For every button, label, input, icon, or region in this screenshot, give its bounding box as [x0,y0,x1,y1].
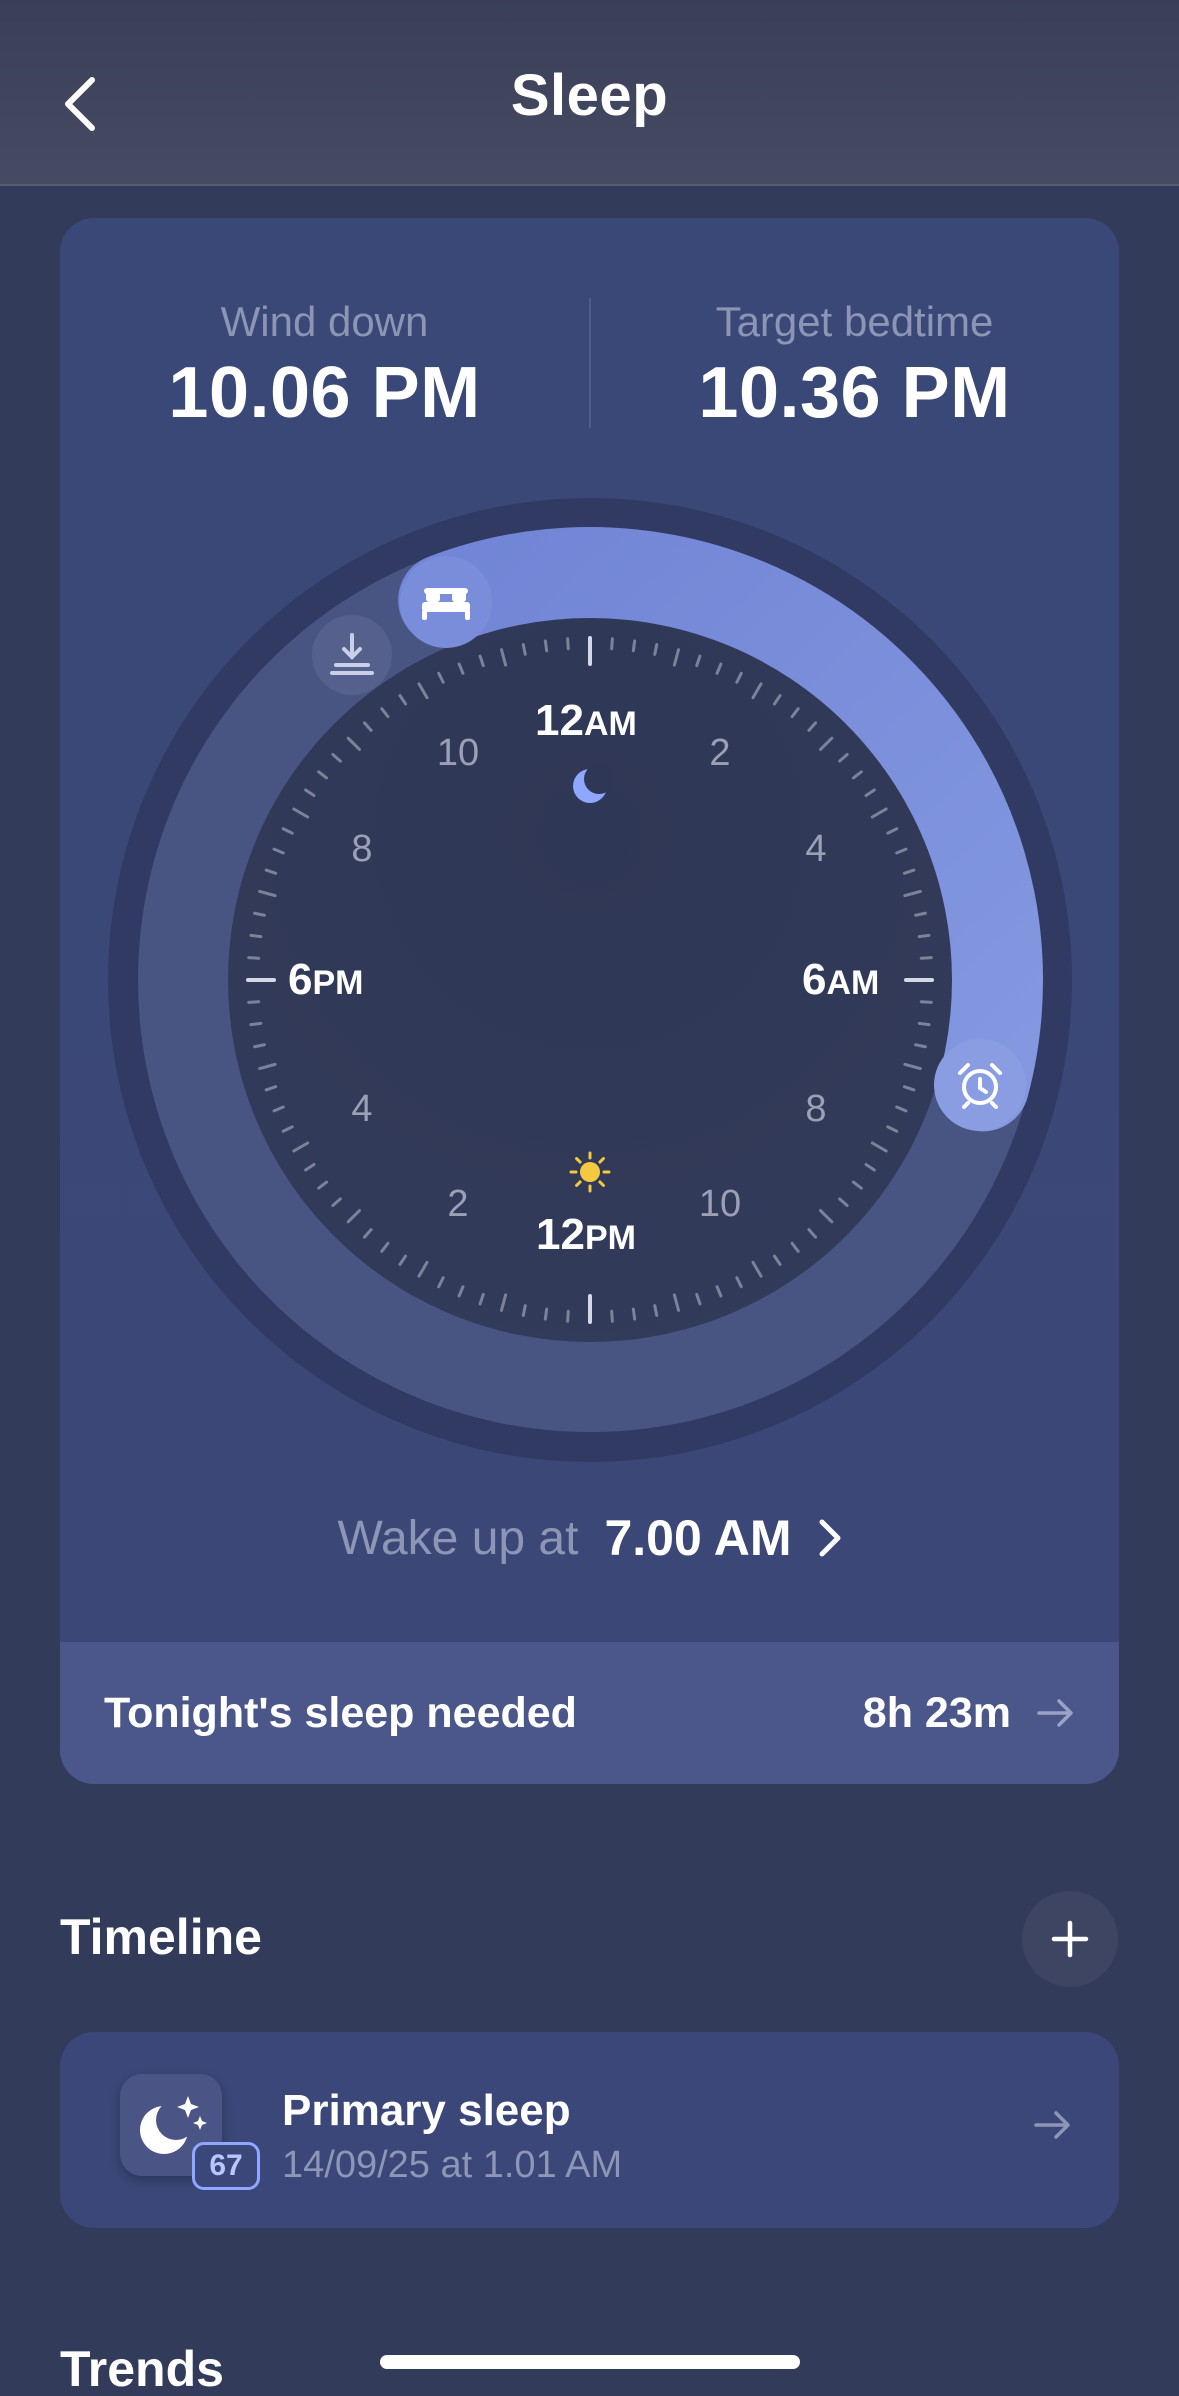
arrow-right-icon [1034,2111,1070,2139]
clock-tick [543,1307,549,1321]
clock-tick [631,639,637,653]
clock-tick [914,911,927,917]
clock-tick [917,933,931,939]
timeline-item-title: Primary sleep [282,2086,571,2135]
sleep-needed-row[interactable]: Tonight's sleep needed 8h 23m [60,1642,1119,1784]
hour-number: 8 [351,828,373,870]
hour-number: 2 [447,1183,469,1225]
clock-tick [919,956,933,960]
sleep-needed-value: 8h 23m [862,1688,1011,1737]
wake-up-row[interactable]: Wake up at 7.00 AM [60,1503,1119,1573]
hour-number: 10 [698,1183,742,1225]
clock-tick [253,1043,266,1049]
clock-tick [253,911,266,917]
clock-tick [917,1021,931,1027]
clock-tick [610,1309,614,1323]
wind-down-label: Wind down [220,298,429,345]
clock-tick [247,956,261,960]
clock-tick [653,643,659,656]
bedtime-block[interactable]: Target bedtime 10.36 PM [590,298,1119,434]
clock-tick [631,1307,637,1321]
wind-down-handle[interactable] [312,615,392,695]
timeline-item-primary-sleep[interactable]: 67 Primary sleep 14/09/25 at 1.01 AM [60,2032,1119,2228]
bedtime-time: 10.36 PM [698,353,1011,433]
bedtime-handle[interactable] [400,556,492,648]
wind-down-time: 10.06 PM [168,353,481,433]
clock-tick [543,639,549,653]
label-12am: 12AM [535,696,637,745]
clock-tick [653,1304,659,1317]
schedule-times: Wind down 10.06 PM Target bedtime 10.36 … [60,298,1119,438]
clock-tick [521,1304,527,1317]
sleep-needed-label: Tonight's sleep needed [104,1688,577,1737]
clock-tick [566,637,570,651]
timeline-title: Timeline [60,1909,262,1965]
timeline-item-subtitle: 14/09/25 at 1.01 AM [282,2144,623,2186]
hour-number: 4 [805,828,827,870]
chevron-right-icon [819,1519,841,1557]
hour-number: 8 [805,1088,827,1130]
clock-tick [914,1043,927,1049]
wake-handle[interactable] [934,1039,1026,1131]
bedtime-label: Target bedtime [715,298,994,345]
hour-number: 2 [709,732,731,774]
clock-tick [610,637,614,651]
clock-tick [521,643,527,656]
clock-tick [249,933,263,939]
nav-header: Sleep [0,0,1179,186]
hour-number: 10 [436,732,480,774]
clock-tick [566,1309,570,1323]
label-6am: 6AM [802,955,880,1004]
label-12pm: 12PM [536,1210,636,1259]
clock-tick [919,1000,933,1004]
label-6pm: 6PM [288,955,364,1004]
plus-icon [1051,1920,1089,1958]
wind-down-block[interactable]: Wind down 10.06 PM [60,298,589,434]
sleep-dial[interactable] [60,478,1119,1478]
sleep-score-badge: 67 [192,2142,260,2190]
page-title: Sleep [510,63,669,128]
hour-number: 4 [351,1088,373,1130]
wake-up-label: Wake up at [337,1511,579,1565]
add-button[interactable] [1022,1891,1118,1987]
home-indicator [380,2355,800,2369]
arrow-right-icon [1037,1699,1073,1727]
sleep-schedule-card: Wind down 10.06 PM Target bedtime 10.36 … [60,218,1119,1784]
clock-tick [249,1021,263,1027]
wake-up-time: 7.00 AM [604,1510,792,1566]
clock-tick [247,1000,261,1004]
trends-title: Trends [60,2341,224,2396]
